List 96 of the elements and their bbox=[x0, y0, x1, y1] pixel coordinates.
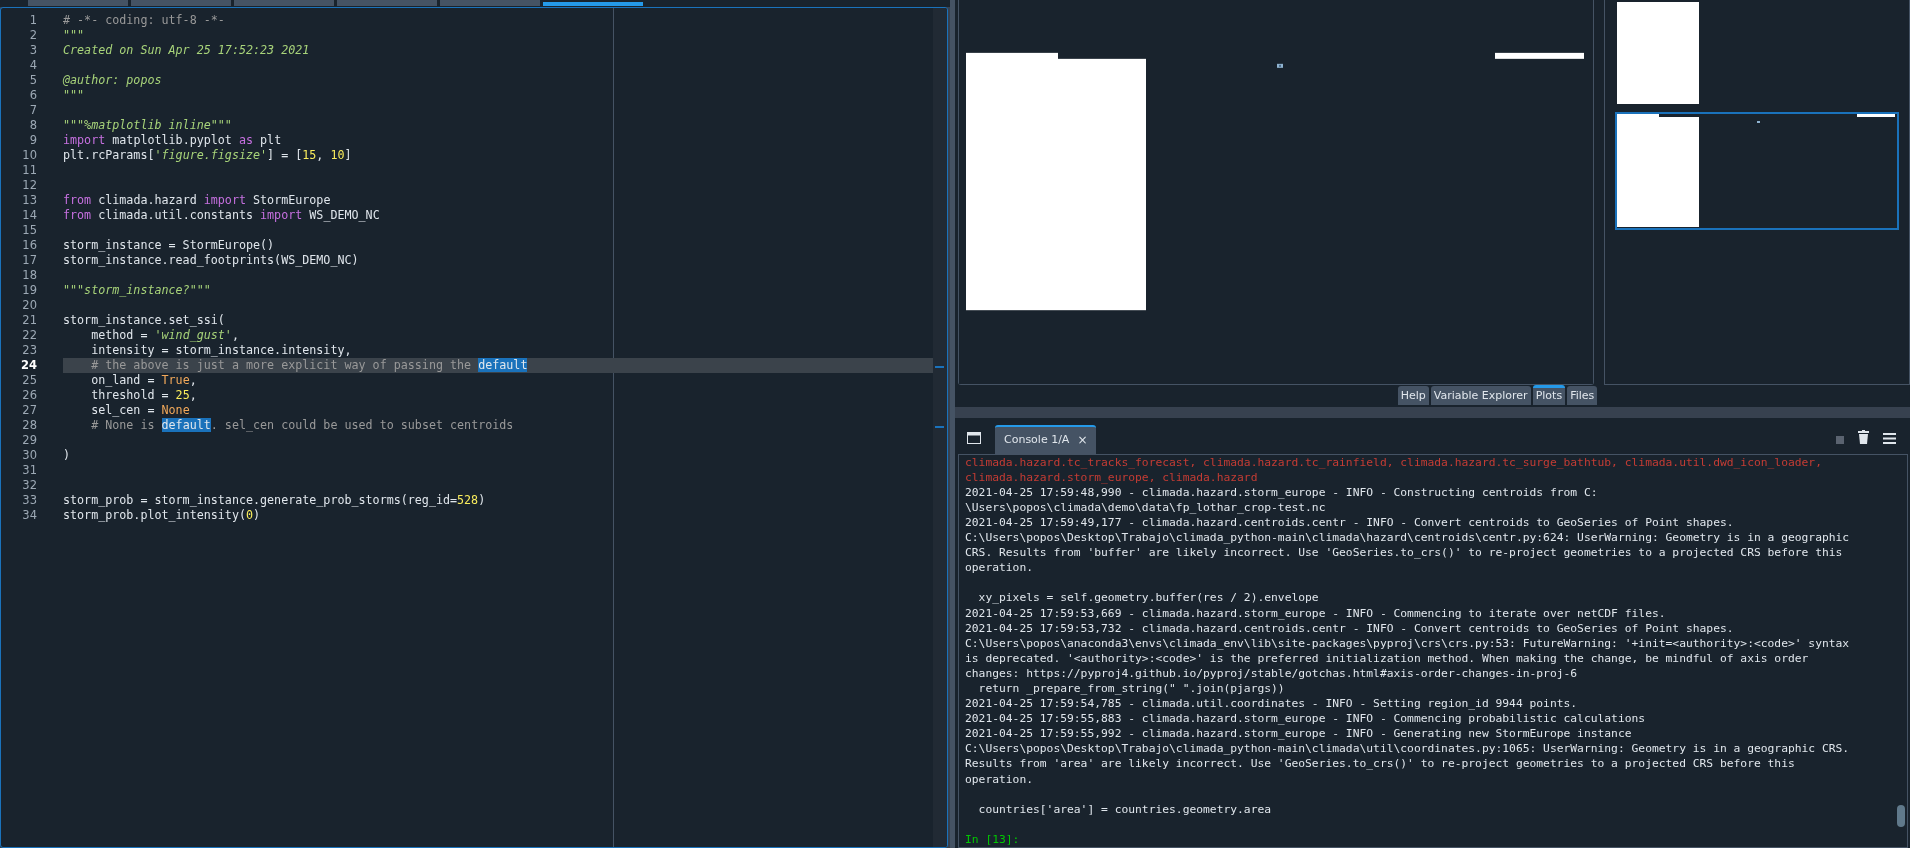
line-number: 29 bbox=[21, 433, 38, 448]
line-number: 22 bbox=[21, 328, 38, 343]
pane-tab[interactable]: Variable Explorer bbox=[1430, 386, 1531, 405]
line-number: 11 bbox=[21, 163, 38, 178]
code-line: from climada.hazard import StormEurope bbox=[63, 193, 331, 208]
code-line: storm_instance.set_ssi( bbox=[63, 313, 225, 328]
console-line: xy_pixels = self.geometry.buffer(res / 2).envelope bbox=[977, 590, 1320, 606]
code-line: method = 'wind_gust', bbox=[90, 328, 239, 343]
line-number: 7 bbox=[28, 103, 38, 118]
line-number: 23 bbox=[21, 343, 38, 358]
stop-icon[interactable] bbox=[1836, 435, 1844, 444]
line-number: 4 bbox=[28, 58, 38, 73]
line-number: 27 bbox=[21, 403, 38, 418]
code-line: # None is default. sel_cen could be used to subset centroids bbox=[90, 418, 514, 433]
pane-tab[interactable]: Help bbox=[1397, 386, 1429, 405]
line-number: 30 bbox=[21, 448, 38, 463]
code-line: threshold = 25, bbox=[90, 388, 197, 403]
code-line: from climada.util.constants import WS_DEMO_NC bbox=[63, 208, 380, 223]
line-number: 21 bbox=[21, 313, 38, 328]
console-line: climada.hazard.storm_europe, climada.hazard bbox=[965, 469, 1259, 485]
console-line: C:\Users\popos\anaconda3\envs\climada_env\lib\site-packages\pyproj\crs\crs.py:53: FutureWarning: '+init=<authority>:<code>' syntax bbox=[965, 635, 1851, 651]
console-line: Results from 'area' are likely incorrect. Use 'GeoSeries.to_crs()' to re-project geometries to a projected CRS before this bbox=[965, 756, 1796, 772]
console-line: climada.hazard.tc_tracks_forecast, climada.hazard.tc_rainfield, climada.hazard.tc_surge_bathtub, climada.util.dwd_icon_loader, bbox=[965, 454, 1823, 470]
line-number: 5 bbox=[28, 73, 38, 88]
line-number: 8 bbox=[28, 118, 38, 133]
console-tab[interactable]: Console 1/A × bbox=[995, 424, 1097, 454]
console-line: C:\Users\popos\Desktop\Trabajo\climada_python-main\climada\hazard\centroids\centr.py:624: UserWarning: Geometry is in a geographic bbox=[965, 530, 1851, 546]
line-number: 3 bbox=[28, 43, 38, 58]
console-line: changes: https://pyproj4.github.io/pyproj/stable/gotchas.html#axis-order-changes-in-proj-6 bbox=[965, 665, 1579, 681]
code-line: import matplotlib.pyplot as plt bbox=[63, 133, 282, 148]
console-line: \Users\popos\climada\demo\data\fp_lothar_crop-test.nc bbox=[965, 499, 1327, 515]
pane-tab[interactable]: Files bbox=[1567, 386, 1598, 405]
console-prompt: In [13]: bbox=[965, 831, 1021, 847]
line-number: 17 bbox=[21, 253, 38, 268]
occurrence-marker bbox=[935, 425, 944, 428]
line-number: 28 bbox=[21, 418, 38, 433]
console-line: 2021-04-25 17:59:54,785 - climada.util.coordinates - INFO - Setting region_id 9944 points. bbox=[965, 696, 1579, 712]
line-number: 9 bbox=[28, 133, 38, 148]
scrollbar-thumb[interactable] bbox=[1897, 805, 1905, 827]
close-icon[interactable]: × bbox=[1077, 432, 1088, 447]
line-number: 6 bbox=[28, 88, 38, 103]
code-line: storm_prob = storm_instance.generate_prob_storms(reg_id=528) bbox=[63, 493, 486, 508]
line-number: 25 bbox=[21, 373, 38, 388]
line-number: 24 bbox=[20, 358, 38, 373]
occurrence-marker bbox=[935, 365, 944, 368]
console-line: operation. bbox=[965, 560, 1034, 576]
code-line: storm_instance = StormEurope() bbox=[63, 238, 275, 253]
line-number: 31 bbox=[21, 463, 38, 478]
line-number: 16 bbox=[21, 238, 38, 253]
line-number: 12 bbox=[21, 178, 38, 193]
line-number: 2 bbox=[28, 28, 38, 43]
code-line: storm_prob.plot_intensity(0) bbox=[63, 508, 261, 523]
console-line: 2021-04-25 17:59:55,883 - climada.hazard.storm_europe - INFO - Commencing probabilistic calculations bbox=[965, 711, 1647, 727]
line-number: 26 bbox=[21, 388, 38, 403]
plot-thumbnail[interactable] bbox=[1615, 112, 1899, 230]
code-line: @author: popos bbox=[63, 73, 162, 88]
line-number: 13 bbox=[21, 193, 38, 208]
code-editor[interactable] bbox=[0, 7, 948, 848]
pane-tab[interactable]: Plots bbox=[1532, 385, 1566, 405]
code-line: Created on Sun Apr 25 17:52:23 2021 bbox=[63, 43, 310, 58]
line-number: 32 bbox=[21, 478, 38, 493]
console-line: 2021-04-25 17:59:53,669 - climada.hazard.storm_europe - INFO - Commencing to iterate over netCDF files. bbox=[965, 605, 1667, 621]
code-line: ) bbox=[63, 448, 71, 463]
console-line: return _prepare_from_string(" ".join(pjargs)) bbox=[977, 680, 1286, 697]
line-number: 33 bbox=[21, 493, 38, 508]
trash-icon[interactable] bbox=[1858, 429, 1869, 444]
line-number: 18 bbox=[21, 268, 38, 283]
line-number: 15 bbox=[21, 223, 38, 238]
console-line: is deprecated. '<authority>:<code>' is the preferred initialization method. When making the change, be mindful of axis order bbox=[965, 650, 1810, 666]
console-line: CRS. Results from 'buffer' are likely incorrect. Use 'GeoSeries.to_crs()' to re-project geometries to a projected CRS before this bbox=[965, 545, 1844, 561]
code-line: """storm_instance?""" bbox=[63, 283, 211, 298]
console-line: countries['area'] = countries.geometry.area bbox=[977, 801, 1273, 817]
line-number: 19 bbox=[21, 283, 38, 298]
code-line: sel_cen = None bbox=[90, 403, 190, 418]
code-line: plt.rcParams['figure.figsize'] = [15, 10] bbox=[63, 148, 352, 163]
code-line: storm_instance.read_footprints(WS_DEMO_NC) bbox=[63, 253, 359, 268]
console-line: C:\Users\popos\Desktop\Trabajo\climada_python-main\climada\util\coordinates.py:1065: UserWarning: Geometry is in a geographic CRS. bbox=[965, 741, 1851, 757]
menu-icon[interactable] bbox=[1883, 432, 1896, 444]
window-icon[interactable] bbox=[967, 431, 981, 444]
line-number: 1 bbox=[28, 13, 38, 28]
console-line: operation. bbox=[965, 771, 1034, 787]
console-tab-label[interactable]: Console 1/A bbox=[1004, 433, 1070, 447]
code-line: """%matplotlib inline""" bbox=[63, 118, 232, 133]
code-line: """ bbox=[63, 28, 85, 43]
console-line: 2021-04-25 17:59:48,990 - climada.hazard.storm_europe - INFO - Constructing centroids from C: bbox=[965, 484, 1599, 500]
console-line: 2021-04-25 17:59:49,177 - climada.hazard.centroids.centr - INFO - Convert centroids to GeoSeries of Point shapes. bbox=[965, 514, 1735, 531]
line-number: 20 bbox=[21, 298, 38, 313]
code-line: # -*- coding: utf-8 -*- bbox=[63, 13, 225, 28]
code-line: intensity = storm_instance.intensity, bbox=[90, 343, 352, 358]
line-number: 10 bbox=[21, 148, 38, 163]
code-line: on_land = True, bbox=[90, 373, 197, 388]
line-number: 14 bbox=[21, 208, 38, 223]
console-line: 2021-04-25 17:59:55,992 - climada.hazard.storm_europe - INFO - Generating new StormEurope instance bbox=[965, 726, 1633, 742]
line-number: 34 bbox=[21, 508, 38, 523]
code-line: """ bbox=[63, 88, 85, 103]
console-line: 2021-04-25 17:59:53,732 - climada.hazard.centroids.centr - INFO - Convert centroids to GeoSeries of Point shapes. bbox=[965, 620, 1735, 636]
